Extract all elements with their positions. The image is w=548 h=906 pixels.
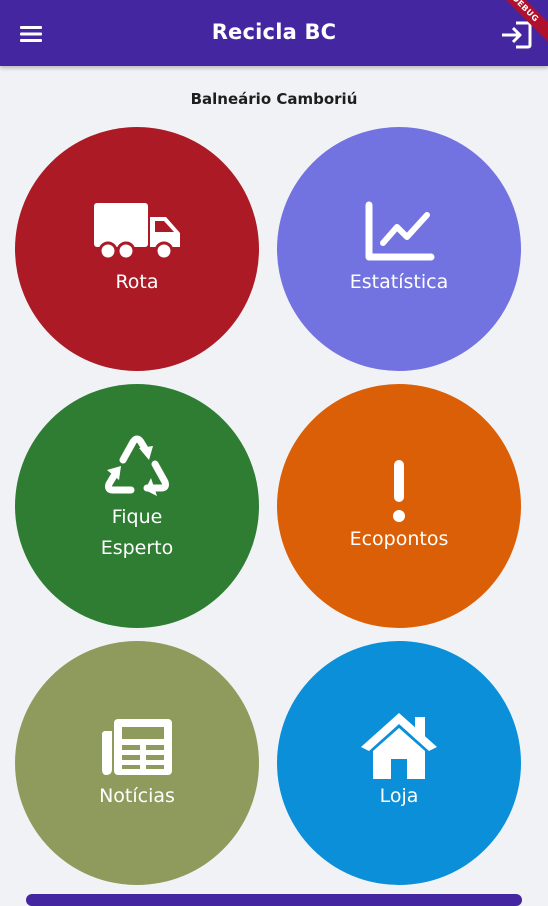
fique-esperto-label-text: Fique Esperto xyxy=(100,506,174,559)
bottom-bar xyxy=(26,894,522,906)
estatistica-button[interactable]: Estatística xyxy=(277,127,521,371)
ecopontos-label: Ecopontos xyxy=(349,528,449,550)
city-title: Balneário Camboriú xyxy=(190,90,358,108)
loja-label: Loja xyxy=(379,785,419,807)
noticias-button[interactable]: Notícias xyxy=(15,641,259,885)
recycle-icon xyxy=(105,435,169,496)
noticias-label: Notícias xyxy=(99,785,175,807)
fique-esperto-button[interactable]: Fique Esperto xyxy=(15,384,259,628)
rota-button[interactable]: Rota xyxy=(15,127,259,371)
fique-esperto-label: Fique Esperto xyxy=(15,502,259,564)
ecopontos-button[interactable]: Ecopontos xyxy=(277,384,521,628)
exclamation-icon xyxy=(393,460,405,522)
home-icon xyxy=(361,713,437,779)
truck-icon xyxy=(94,203,180,261)
estatistica-label: Estatística xyxy=(349,271,449,293)
login-icon[interactable] xyxy=(500,20,532,50)
newspaper-icon xyxy=(102,719,172,775)
loja-button[interactable]: Loja xyxy=(277,641,521,885)
app-bar: Recicla BC DEBUG xyxy=(0,0,548,66)
rota-label: Rota xyxy=(115,271,159,293)
chart-line-icon xyxy=(365,201,435,261)
app-title: Recicla BC xyxy=(211,20,337,44)
